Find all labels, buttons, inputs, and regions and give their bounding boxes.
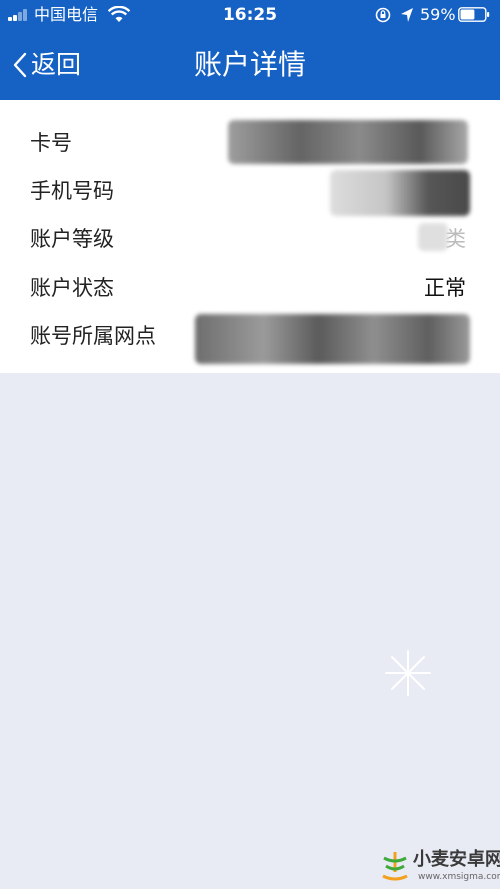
sparkle-mark bbox=[385, 650, 431, 696]
redaction-scribble bbox=[195, 314, 470, 364]
detail-label: 手机号码 bbox=[30, 179, 114, 203]
location-arrow-icon bbox=[401, 8, 413, 22]
watermark-name: 小麦安卓网 bbox=[413, 849, 500, 870]
redaction-scribble bbox=[418, 223, 448, 251]
detail-row-account-status: 账户状态 正常 bbox=[0, 264, 500, 312]
account-details-list: 卡号 手机号码 账户等级 类 账户状态 正常 账号所属网点 bbox=[0, 100, 500, 373]
page-title: 账户详情 bbox=[193, 48, 306, 81]
watermark-url: www.xmsigma.com bbox=[418, 872, 500, 882]
detail-label: 账号所属网点 bbox=[30, 324, 156, 348]
detail-label: 账户等级 bbox=[30, 227, 114, 251]
status-bar: 中国电信 16:25 59% bbox=[0, 0, 500, 30]
detail-value: 类 bbox=[445, 227, 466, 251]
redaction-scribble bbox=[228, 120, 468, 164]
battery-icon bbox=[458, 7, 490, 22]
battery-percent: 59% bbox=[420, 5, 456, 24]
redaction-scribble bbox=[330, 170, 470, 216]
top-bar: 中国电信 16:25 59% 返回 账户详情 bbox=[0, 0, 500, 100]
detail-value: 正常 bbox=[424, 276, 466, 300]
rotation-lock-icon bbox=[375, 7, 391, 23]
detail-label: 卡号 bbox=[30, 131, 72, 155]
watermark-logo-icon bbox=[382, 852, 408, 881]
detail-label: 账户状态 bbox=[30, 276, 114, 300]
